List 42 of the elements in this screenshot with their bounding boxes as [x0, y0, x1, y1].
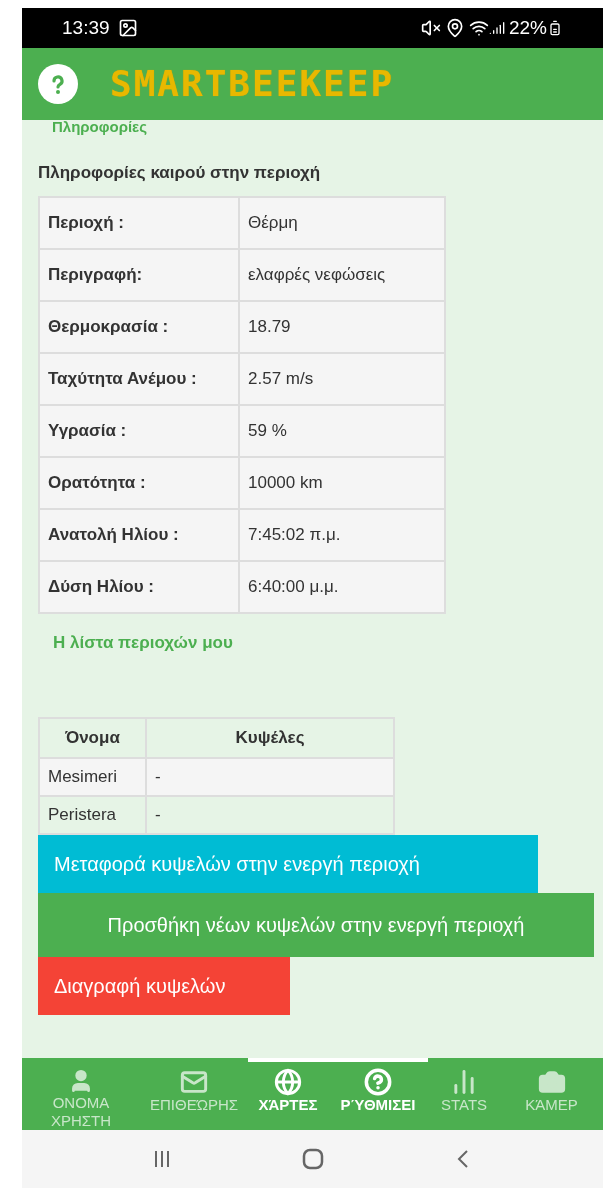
- globe-icon: [274, 1068, 302, 1096]
- nav-tab[interactable]: ΚΆΜΕΡ: [500, 1058, 603, 1130]
- table-cell: Mesimeri: [39, 758, 146, 796]
- column-header: Όνομα: [39, 718, 146, 758]
- table-cell: Περιγραφή:: [39, 248, 239, 301]
- table-cell: 6:40:00 μ.μ.: [239, 560, 445, 613]
- signal-icon: [488, 20, 505, 36]
- nav-tab[interactable]: ΟΝΟΜΑ ΧΡΗΣΤΗ: [22, 1058, 140, 1130]
- action-button[interactable]: Διαγραφή κυψελών: [38, 957, 290, 1015]
- table-cell: Ορατότητα :: [39, 456, 239, 509]
- table-cell: Δύση Ηλίου :: [39, 560, 239, 613]
- table-cell: ελαφρές νεφώσεις: [239, 248, 445, 301]
- battery-percent: 22%: [508, 15, 547, 40]
- table-cell: 7:45:02 π.μ.: [239, 508, 445, 561]
- weather-title: Πληροφορίες καιρού στην περιοχή: [38, 162, 322, 184]
- table-cell: Θερμοκρασία :: [39, 300, 239, 353]
- table-cell: Θέρμη: [239, 196, 445, 249]
- clock: 13:39: [62, 15, 110, 40]
- app-logo: SMARTBEEKEEP: [110, 62, 395, 106]
- areas-title: Η λίστα περιοχών μου: [53, 631, 234, 654]
- image-icon: [117, 18, 138, 38]
- nav-tab[interactable]: STATS: [428, 1058, 500, 1130]
- nav-tab[interactable]: ΕΠΙΘΕΏΡΗΣ: [140, 1058, 248, 1130]
- table-cell: 10000 km: [239, 456, 445, 509]
- table-cell: 18.79: [239, 300, 445, 353]
- action-button[interactable]: Μεταφορά κυψελών στην ενεργή περιοχή: [38, 835, 538, 893]
- help-icon[interactable]: [38, 64, 78, 104]
- wifi-icon: [468, 18, 489, 38]
- table-cell: 59 %: [239, 404, 445, 457]
- table-cell: Ταχύτητα Ανέμου :: [39, 352, 239, 405]
- envelope-icon: [180, 1068, 208, 1096]
- column-header: Κυψέλες: [146, 718, 394, 758]
- home-icon[interactable]: [300, 1147, 325, 1171]
- table-cell: -: [146, 758, 394, 796]
- action-button[interactable]: Προσθήκη νέων κυψελών στην ενεργή περιοχή: [38, 893, 594, 957]
- mute-icon: [420, 18, 441, 38]
- table-cell: Υγρασία :: [39, 404, 239, 457]
- table-cell: Ανατολή Ηλίου :: [39, 508, 239, 561]
- table-cell: 2.57 m/s: [239, 352, 445, 405]
- table-cell: Περιοχή :: [39, 196, 239, 249]
- section-heading: Πληροφορίες: [52, 120, 149, 136]
- question-mark-icon: [364, 1068, 392, 1096]
